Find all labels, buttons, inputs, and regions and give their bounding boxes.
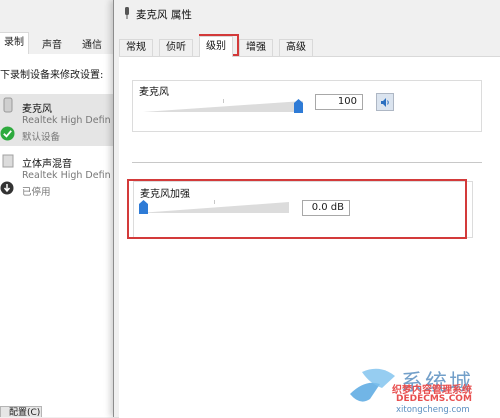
slider-thumb[interactable] [139,200,148,214]
mute-button[interactable] [376,93,394,111]
device-status: 默认设备 [22,132,61,143]
tab-levels[interactable]: 级别 [199,36,233,57]
microphone-device-icon [3,97,13,113]
tab-listen[interactable]: 侦听 [159,39,193,56]
watermark-cms-domain: DEDECMS.COM [396,394,472,404]
tab-general[interactable]: 常规 [119,39,153,56]
microphone-boost-slider[interactable] [139,200,289,214]
tab-advanced[interactable]: 高级 [279,39,313,56]
device-item-stereo-mix[interactable]: 立体声混音 Realtek High Defin 已停用 [0,149,116,201]
speaker-icon [381,98,389,107]
microphone-level-group: 麦克风 100 [132,80,482,132]
microphone-boost-label: 麦克风加强 [140,189,190,200]
sound-dialog-background: 录制 声音 通信 下录制设备来修改设置: 麦克风 Realtek High De… [0,0,116,417]
separator-line [132,162,482,163]
disabled-arrow-icon [0,181,14,195]
microphone-level-label: 麦克风 [139,87,169,98]
tab-enhancements[interactable]: 增强 [239,39,273,56]
device-status: 已停用 [22,187,51,198]
device-item-microphone[interactable]: 麦克风 Realtek High Defin 默认设备 [0,94,116,146]
properties-tab-strip: 常规 侦听 级别 增强 高级 [114,36,500,57]
microphone-level-value[interactable]: 100 [315,94,363,110]
microphone-title-icon [125,7,129,19]
watermark-url: xitongcheng.com [396,405,470,415]
slider-thumb[interactable] [294,99,303,113]
sound-tab-strip: 录制 声音 通信 [0,32,116,55]
dialog-title: 麦克风 属性 [136,9,192,21]
device-driver: Realtek High Defin [22,115,111,126]
device-name: 麦克风 [22,104,52,115]
tab-playback[interactable]: 声音 [42,36,62,51]
device-name: 立体声混音 [22,159,72,170]
configure-button[interactable]: 配置(C) [0,406,42,417]
device-driver: Realtek High Defin [22,170,111,181]
stereo-mix-device-icon [2,154,14,168]
recording-instruction: 下录制设备来修改设置: [0,70,104,81]
recording-panel: 下录制设备来修改设置: 麦克风 Realtek High Defin 默认设备 … [0,54,116,417]
microphone-level-slider[interactable] [143,99,303,113]
slider-tick [223,99,224,103]
microphone-boost-group: 麦克风加强 0.0 dB [133,181,473,238]
check-icon [0,126,15,141]
tab-recording[interactable]: 录制 [0,32,29,55]
microphone-boost-value[interactable]: 0.0 dB [302,200,350,216]
tab-communications[interactable]: 通信 [82,36,102,51]
slider-tick [214,200,215,204]
